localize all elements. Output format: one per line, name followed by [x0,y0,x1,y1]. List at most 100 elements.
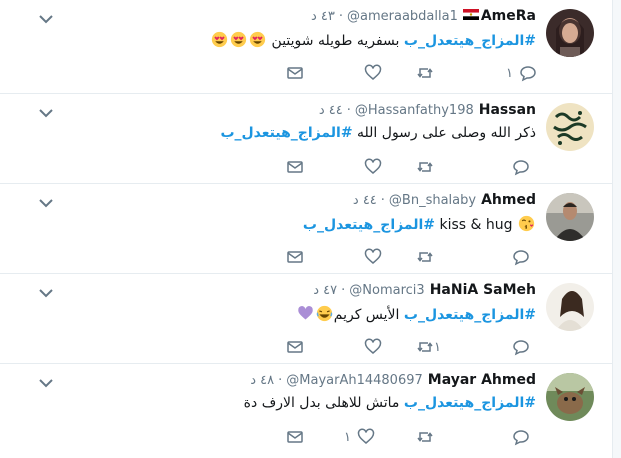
user-display-name[interactable]: HaNiA SaMeh [430,282,536,298]
tweet-header: ٤٤ د · @Hassanfathy198 Hassan [319,102,536,122]
retweet-icon [417,162,433,172]
like-button[interactable] [364,156,388,178]
heart-eyes-emoji [230,31,247,48]
envelope-icon [287,67,303,79]
tweet-text: #المزاج_هيتعدل_ب ماتش للاهلى بدل الارف د… [244,395,536,411]
tweet-actions [280,246,550,270]
retweet-button[interactable] [416,426,440,448]
direct-message-button[interactable] [286,62,304,84]
laughing-emoji [316,305,332,322]
tweet-text: ذكر الله وصلى على رسول الله #المزاج_هيتع… [220,125,536,141]
avatar[interactable] [546,373,594,421]
user-handle[interactable]: @Nomarci3 [349,283,424,298]
retweet-icon [417,252,433,262]
reply-button[interactable] [506,246,530,268]
user-display-name[interactable]: AmeRa [481,8,536,24]
tweet-body: الأيس كريم [333,307,404,323]
hashtag-link[interactable]: #المزاج_هيتعدل_ب [404,33,536,49]
hashtag-link[interactable]: #المزاج_هيتعدل_ب [404,307,536,323]
retweet-count: ١ [434,339,441,355]
heart-icon [364,338,382,354]
chevron-down-icon[interactable] [38,377,54,389]
tweet-body: بسفريه طويله شويتين [267,33,404,49]
scrollbar[interactable] [612,0,621,458]
direct-message-button[interactable] [286,156,304,178]
tweet-timestamp[interactable]: ٤٤ د [353,193,377,208]
tweet-header: ٤٤ د · @Bn_shalaby Ahmed [353,192,536,212]
purple-heart-emoji [298,306,313,320]
heart-icon [364,64,382,80]
separator-dot: · [341,283,346,298]
heart-icon [364,248,382,264]
tweet-item[interactable]: ٤٨ د · @MayarAh14480697 Mayar Ahmed #الم… [0,364,612,458]
calligraphy-avatar [546,103,594,151]
tweet-header: ٤٧ د · @Nomarci3 HaNiA SaMeh [313,282,536,302]
reply-bubble-icon [513,250,529,266]
user-handle[interactable]: @Hassanfathy198 [355,103,474,118]
chevron-down-icon[interactable] [38,13,54,25]
reply-bubble-icon [520,66,536,82]
tweet-item[interactable]: ٤٧ د · @Nomarci3 HaNiA SaMeh #المزاج_هيت… [0,274,612,364]
heart-eyes-emoji [211,31,228,48]
girl-photo-avatar [546,283,594,331]
reply-count: ١ [506,65,513,81]
user-handle[interactable]: @MayarAh14480697 [286,373,423,388]
reply-button[interactable] [506,336,530,358]
like-count: ١ [344,429,351,445]
tweet-item[interactable]: ٤٤ د · @Bn_shalaby Ahmed kiss & hug #الم… [0,184,612,274]
envelope-icon [287,431,303,443]
direct-message-button[interactable] [286,426,304,448]
separator-dot: · [346,103,351,118]
reply-bubble-icon [513,160,529,176]
kiss-emoji [518,215,535,232]
tweet-timestamp[interactable]: ٤٧ د [313,283,337,298]
tweet-actions: ١ [280,62,550,86]
hashtag-link[interactable]: #المزاج_هيتعدل_ب [220,125,352,141]
tweet-actions: ١ [280,336,550,360]
retweet-button[interactable] [416,62,440,84]
tweet-item[interactable]: ٤٣ د · @ameraabdalla1 AmeRa #المزاج_هيتع… [0,0,612,94]
user-display-name[interactable]: Ahmed [481,192,536,208]
like-button[interactable]: ١ [344,426,375,448]
tweet-timestamp[interactable]: ٤٨ د [250,373,274,388]
direct-message-button[interactable] [286,246,304,268]
tweet-actions: ١ [280,426,550,450]
avatar[interactable] [546,9,594,57]
retweet-icon [417,432,433,442]
man-photo-avatar [546,193,594,241]
avatar[interactable] [546,283,594,331]
hashtag-link[interactable]: #المزاج_هيتعدل_ب [404,395,536,411]
reply-bubble-icon [513,340,529,356]
user-display-name[interactable]: Hassan [479,102,536,118]
like-button[interactable] [364,246,388,268]
chevron-down-icon[interactable] [38,107,54,119]
like-button[interactable] [364,62,388,84]
reply-button[interactable]: ١ [506,62,537,84]
retweet-button[interactable]: ١ [416,336,447,358]
tweet-timestamp[interactable]: ٤٤ د [319,103,343,118]
separator-dot: · [278,373,283,388]
direct-message-button[interactable] [286,336,304,358]
chevron-down-icon[interactable] [38,197,54,209]
tweet-timestamp[interactable]: ٤٣ د [311,9,335,24]
user-handle[interactable]: @Bn_shalaby [389,193,476,208]
tweet-actions [280,156,550,180]
user-handle[interactable]: @ameraabdalla1 [347,9,458,24]
reply-button[interactable] [506,426,530,448]
avatar[interactable] [546,193,594,241]
avatar[interactable] [546,103,594,151]
envelope-icon [287,251,303,263]
like-button[interactable] [364,336,388,358]
tweet-item[interactable]: ٤٤ د · @Hassanfathy198 Hassan ذكر الله و… [0,94,612,184]
retweet-button[interactable] [416,246,440,268]
user-display-name[interactable]: Mayar Ahmed [428,372,536,388]
woman-selfie-avatar [546,9,594,57]
reply-button[interactable] [506,156,530,178]
retweet-button[interactable] [416,156,440,178]
envelope-icon [287,161,303,173]
chevron-down-icon[interactable] [38,287,54,299]
tweet-body: ذكر الله وصلى على رسول الله [352,125,536,141]
separator-dot: · [380,193,385,208]
hashtag-link[interactable]: #المزاج_هيتعدل_ب [303,217,435,233]
tweet-text: #المزاج_هيتعدل_ب بسفريه طويله شويتين [210,31,536,49]
